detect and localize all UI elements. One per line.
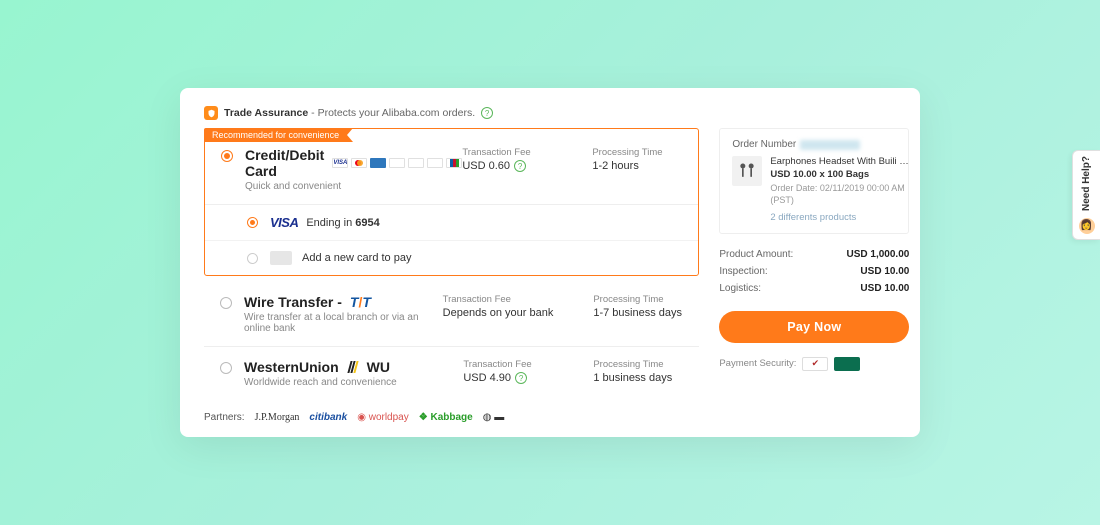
product-title: Earphones Headset With Buili phone one … [770,156,910,169]
partner-other: ◍ ▬ [483,412,505,423]
card-last4: 6954 [355,217,379,229]
need-help-tab[interactable]: Need Help? 👩 [1072,150,1100,240]
fee-label: Transaction Fee [462,147,552,158]
visa-icon: VISA [270,215,298,230]
radio-wire[interactable] [220,297,232,309]
radio-wu[interactable] [220,362,232,374]
recommended-ribbon: Recommended for convenience [204,128,347,142]
product-amount-value: USD 1,000.00 [847,249,910,260]
payment-security-label: Payment Security: [719,358,796,369]
method-wire[interactable]: Wire Transfer - T/T Wire transfer at a l… [204,282,699,347]
tt-icon: T/T [350,294,371,310]
method-wire-fee: Depends on your bank [443,307,554,319]
method-wu-fee: USD 4.90 [463,372,511,384]
discover-icon [408,158,424,168]
maestro-icon [427,158,443,168]
different-products-link[interactable]: 2 differents products [770,212,896,223]
pay-now-button[interactable]: Pay Now [719,311,909,343]
method-wu-sub: Worldwide reach and convenience [244,377,463,388]
time-label: Processing Time [592,147,682,158]
generic-card-icon [270,251,292,265]
mastercard-icon [351,158,367,168]
shield-icon [204,106,218,120]
card-brand-strip: VISA [332,158,462,168]
amex-icon [370,158,386,168]
method-wire-title: Wire Transfer - [244,294,342,310]
method-wu[interactable]: WesternUnion WU Worldwide reach and conv… [204,347,699,400]
info-icon[interactable]: ? [515,372,527,384]
wu-bars-icon [349,361,358,373]
need-help-label: Need Help? [1081,156,1092,211]
agent-icon: 👩 [1079,218,1095,234]
method-card-sub: Quick and convenient [245,181,462,192]
trade-assurance-title: Trade Assurance [224,107,308,119]
info-icon[interactable]: ? [481,107,493,119]
visa-icon: VISA [332,158,348,168]
jcb-icon [446,158,462,168]
fee-label: Transaction Fee [443,294,554,305]
logistics-label: Logistics: [719,283,761,294]
method-card-fee: USD 0.60 [462,160,510,172]
time-label: Processing Time [593,359,683,370]
radio-saved-card[interactable] [247,217,258,228]
method-card[interactable]: Recommended for convenience Credit/Debit… [204,128,699,276]
partner-worldpay: ◉ worldpay [357,412,409,423]
trade-assurance-row: Trade Assurance - Protects your Alibaba.… [204,106,896,120]
info-icon[interactable]: ? [514,160,526,172]
partners-label: Partners: [204,412,245,423]
product-price-line: USD 10.00 x 100 Bags [770,169,910,182]
method-card-time: 1-2 hours [592,160,682,172]
radio-card[interactable] [221,150,233,162]
product-thumbnail [732,156,762,186]
diners-icon [389,158,405,168]
partner-kabbage: ❖ Kabbage [419,412,473,423]
logistics-value: USD 10.00 [860,283,909,294]
method-card-title: Credit/Debit Card [245,147,324,179]
partners-row: Partners: J.P.Morgan citibank ◉ worldpay… [204,412,896,423]
saved-card-row[interactable]: VISA Ending in 6954 [205,205,698,240]
method-wire-sub: Wire transfer at a local branch or via a… [244,312,443,334]
radio-add-card[interactable] [247,253,258,264]
trade-assurance-desc: - Protects your Alibaba.com orders. [308,107,475,119]
order-summary: Order Number Earphones Headset With Buil… [719,128,909,400]
method-wu-time: 1 business days [593,372,683,384]
method-wire-time: 1-7 business days [593,307,683,319]
ending-label: Ending in [306,217,352,229]
wu-suffix: WU [367,359,390,375]
partner-jpmorgan: J.P.Morgan [255,412,300,423]
order-date: Order Date: 02/11/2019 00:00 AM (PST) [770,182,910,206]
add-card-label: Add a new card to pay [302,252,411,264]
add-card-row[interactable]: Add a new card to pay [205,240,698,275]
order-number-label: Order Number [732,139,796,150]
checkout-card: Trade Assurance - Protects your Alibaba.… [180,88,920,437]
fee-label: Transaction Fee [463,359,553,370]
inspection-value: USD 10.00 [860,266,909,277]
partner-citibank: citibank [309,412,347,423]
order-number-value [800,140,860,150]
payment-methods: Recommended for convenience Credit/Debit… [204,128,699,400]
inspection-label: Inspection: [719,266,767,277]
verisign-icon [802,357,828,371]
product-amount-label: Product Amount: [719,249,793,260]
time-label: Processing Time [593,294,683,305]
wu-title: WesternUnion [244,359,339,375]
pci-icon [834,357,860,371]
